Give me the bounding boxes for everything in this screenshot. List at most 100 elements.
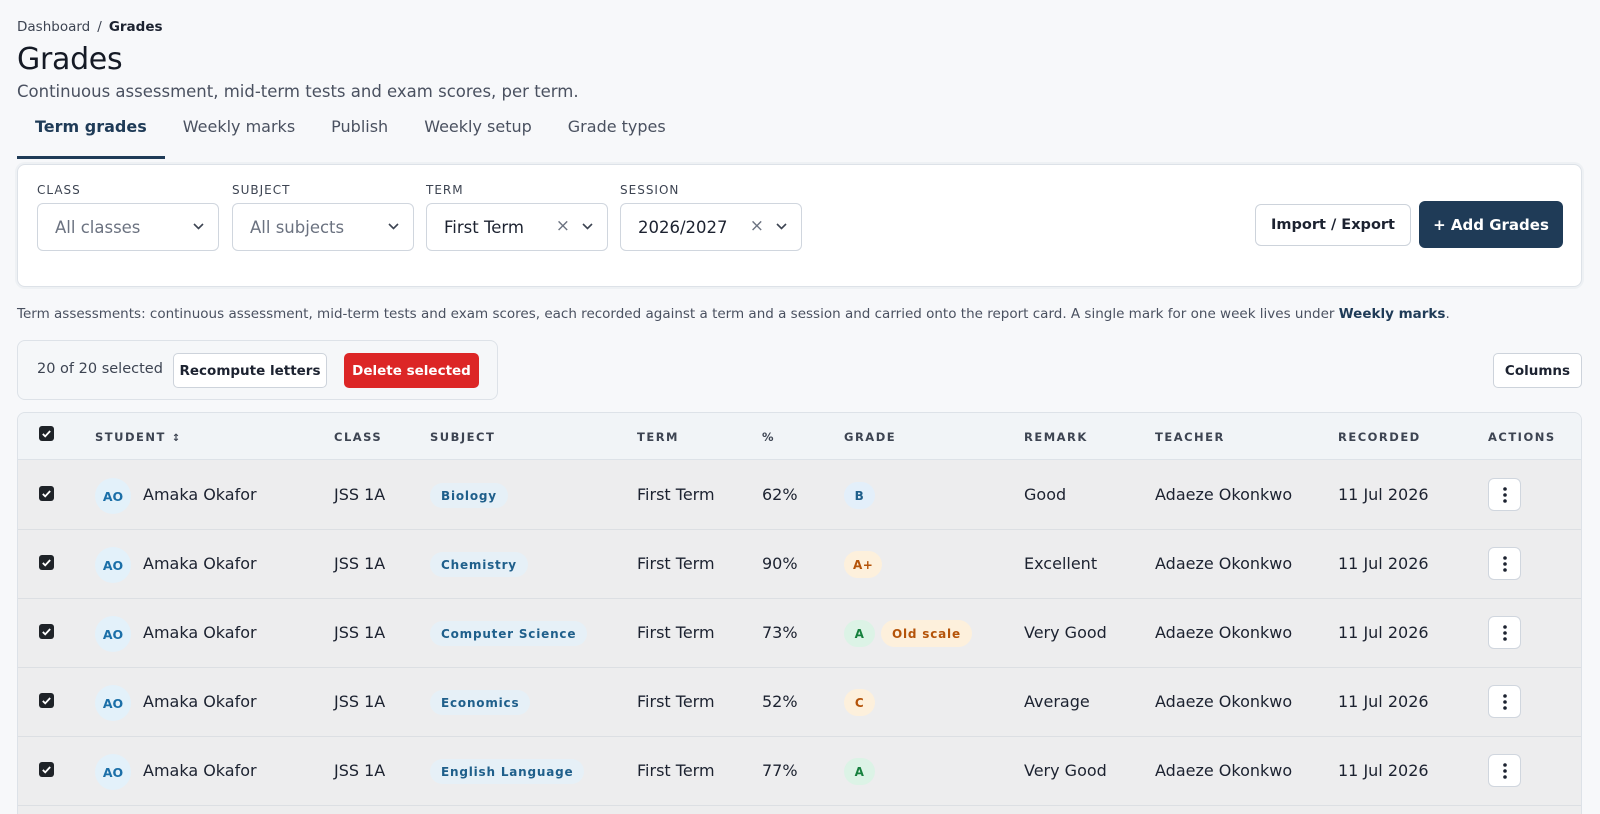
student-name: Amaka Okafor: [143, 761, 257, 780]
checkbox-checked-icon: [42, 559, 51, 567]
row-checkbox[interactable]: [39, 762, 54, 777]
checkbox-checked-icon: [42, 490, 51, 498]
recorded-column-header: RECORDED: [1338, 430, 1421, 444]
term-column-header: TERM: [637, 430, 679, 444]
row-actions-button[interactable]: [1488, 547, 1521, 580]
selection-count: 20 of 20 selected: [37, 361, 163, 377]
actions-column-header: ACTIONS: [1488, 430, 1556, 444]
session-select[interactable]: 2026/2027 ×: [620, 203, 802, 251]
term-select[interactable]: First Term ×: [426, 203, 608, 251]
row-checkbox[interactable]: [39, 486, 54, 501]
chevron-down-icon: [776, 219, 787, 233]
more-vertical-icon: [1502, 486, 1507, 503]
term-cell: First Term: [637, 761, 715, 780]
recorded-cell: 11 Jul 2026: [1338, 554, 1429, 573]
remark-cell: Very Good: [1024, 761, 1107, 780]
grades-table: STUDENT ↕ CLASS SUBJECT TERM % GRADE REMA…: [17, 412, 1582, 814]
table-row[interactable]: AO Amaka Okafor JSS 1A Economics First Term 5…: [18, 668, 1581, 737]
remark-cell: Average: [1024, 692, 1090, 711]
teacher-cell: Adaeze Okonkwo: [1155, 761, 1293, 780]
info-text: Term assessments: continuous assessment,…: [17, 306, 1450, 322]
class-cell: JSS 1A: [334, 485, 386, 504]
subject-pill: Biology: [430, 483, 508, 508]
grade-badge: B: [844, 482, 875, 509]
row-actions-button[interactable]: [1488, 754, 1521, 787]
tab-publish[interactable]: Publish: [313, 112, 406, 159]
row-actions-button[interactable]: [1488, 616, 1521, 649]
remark-cell: Excellent: [1024, 554, 1098, 573]
delete-selected-button[interactable]: Delete selected: [344, 353, 479, 388]
percent-cell: 73%: [762, 623, 798, 642]
recorded-cell: 11 Jul 2026: [1338, 485, 1429, 504]
recorded-cell: 11 Jul 2026: [1338, 692, 1429, 711]
percent-cell: 77%: [762, 761, 798, 780]
columns-button[interactable]: Columns: [1493, 353, 1582, 388]
subject-select[interactable]: All subjects: [232, 203, 414, 251]
table-row[interactable]: AO Amaka Okafor JSS 1A Chemistry First Term 9…: [18, 530, 1581, 599]
checkbox-checked-icon: [42, 430, 51, 438]
row-actions-button[interactable]: [1488, 685, 1521, 718]
tab-weekly-marks[interactable]: Weekly marks: [165, 112, 313, 159]
close-icon[interactable]: ×: [750, 216, 764, 236]
grade-badge: C: [844, 689, 875, 716]
close-icon[interactable]: ×: [556, 216, 570, 236]
student-name: Amaka Okafor: [143, 692, 257, 711]
bulk-action-bar: 20 of 20 selected Recompute letters Dele…: [17, 340, 498, 400]
select-all-checkbox[interactable]: [39, 426, 54, 441]
more-vertical-icon: [1502, 555, 1507, 572]
student-column-header[interactable]: STUDENT ↕: [95, 430, 180, 444]
teacher-cell: Adaeze Okonkwo: [1155, 692, 1293, 711]
table-row[interactable]: AO Amaka Okafor JSS 1A Computer Science Firs…: [18, 599, 1581, 668]
remark-cell: Good: [1024, 485, 1067, 504]
class-cell: JSS 1A: [334, 554, 386, 573]
table-row[interactable]: AO Amaka Okafor JSS 1A English Language Firs…: [18, 737, 1581, 806]
tab-bar: Term grades Weekly marks Publish Weekly …: [17, 112, 684, 159]
recorded-cell: 11 Jul 2026: [1338, 761, 1429, 780]
recorded-cell: 11 Jul 2026: [1338, 623, 1429, 642]
weekly-marks-link[interactable]: Weekly marks: [1339, 306, 1446, 322]
sort-icon[interactable]: ↕: [172, 433, 180, 444]
student-name: Amaka Okafor: [143, 623, 257, 642]
session-select-value: 2026/2027: [638, 217, 728, 237]
breadcrumb: Dashboard / Grades: [17, 19, 163, 35]
breadcrumb-current: Grades: [108, 19, 163, 35]
grade-column-header: GRADE: [844, 430, 897, 444]
teacher-column-header: TEACHER: [1155, 430, 1225, 444]
chevron-down-icon: [388, 219, 399, 233]
add-grades-button[interactable]: + Add Grades: [1419, 201, 1563, 248]
term-cell: First Term: [637, 554, 715, 573]
grade-badge: A: [844, 758, 875, 785]
subject-filter-label: SUBJECT: [232, 183, 291, 197]
recompute-letters-button[interactable]: Recompute letters: [173, 353, 327, 388]
row-checkbox[interactable]: [39, 555, 54, 570]
subject-select-value: All subjects: [250, 217, 345, 237]
subject-pill: Economics: [430, 690, 531, 715]
avatar: AO: [95, 754, 131, 790]
subject-pill: Chemistry: [430, 552, 528, 577]
class-cell: JSS 1A: [334, 761, 386, 780]
student-name: Amaka Okafor: [143, 554, 257, 573]
tab-weekly-setup[interactable]: Weekly setup: [406, 112, 550, 159]
table-header: STUDENT ↕ CLASS SUBJECT TERM % GRADE REMA…: [18, 413, 1581, 460]
table-row[interactable]: AO Amaka Okafor JSS 1A Biology First Term 62%…: [18, 461, 1581, 530]
checkbox-checked-icon: [42, 697, 51, 705]
checkbox-checked-icon: [42, 766, 51, 774]
class-select[interactable]: All classes: [37, 203, 219, 251]
row-checkbox[interactable]: [39, 624, 54, 639]
avatar: AO: [95, 547, 131, 583]
tab-grade-types[interactable]: Grade types: [550, 112, 684, 159]
subject-pill: Computer Science: [430, 621, 588, 646]
row-checkbox[interactable]: [39, 693, 54, 708]
breadcrumb-dashboard-link[interactable]: Dashboard: [17, 19, 90, 35]
subject-pill: English Language: [430, 759, 585, 784]
class-cell: JSS 1A: [334, 692, 386, 711]
more-vertical-icon: [1502, 762, 1507, 779]
percent-cell: 62%: [762, 485, 798, 504]
import-export-button[interactable]: Import / Export: [1255, 204, 1411, 246]
session-filter: SESSION 2026/2027 ×: [620, 183, 802, 251]
student-name: Amaka Okafor: [143, 485, 257, 504]
more-vertical-icon: [1502, 693, 1507, 710]
tab-term-grades[interactable]: Term grades: [17, 112, 165, 159]
page-title: Grades: [17, 42, 123, 77]
row-actions-button[interactable]: [1488, 478, 1521, 511]
